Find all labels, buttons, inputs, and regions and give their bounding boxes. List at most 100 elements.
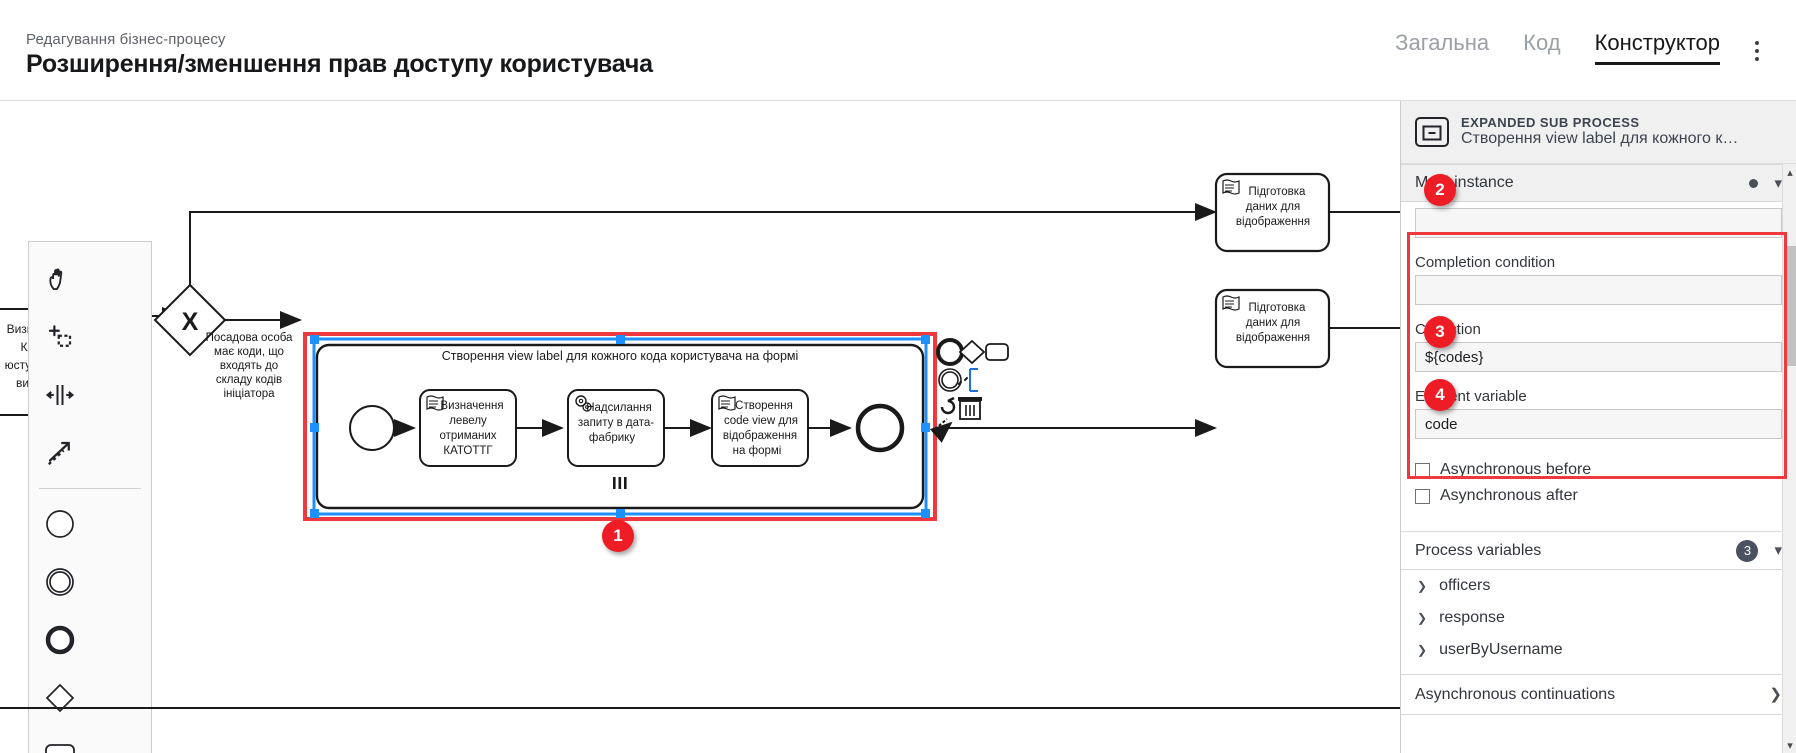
svg-text:Створення: Створення (735, 400, 793, 412)
scrollbar-thumb[interactable] (1784, 246, 1796, 366)
svg-text:X: X (182, 308, 199, 336)
collection-value: ${codes} (1425, 348, 1484, 366)
asynchronous-continuations-link[interactable]: Asynchronous continuations ❯ (1401, 674, 1796, 714)
element-variable-input[interactable]: code (1415, 409, 1782, 439)
process-variables-group-header[interactable]: Process variables 3 ▾ (1401, 532, 1796, 570)
chevron-down-icon[interactable]: ▾ (1774, 543, 1782, 558)
svg-text:Створення view label для кожно: Створення view label для кожного кода ко… (442, 349, 799, 363)
svg-text:має коди, що: має коди, що (214, 346, 284, 358)
process-variable-label: response (1439, 609, 1505, 626)
async-before-checkbox-row[interactable]: Asynchronous before (1401, 457, 1796, 483)
svg-text:даних для: даних для (1246, 317, 1300, 329)
element-kind-label: EXPANDED SUB PROCESS (1461, 114, 1640, 130)
annotation-badge-4: 4 (1424, 379, 1456, 411)
chevron-right-icon[interactable]: ❯ (1417, 579, 1427, 593)
page-title: Розширення/зменшення прав доступу корист… (26, 50, 653, 78)
collection-input[interactable]: ${codes} (1415, 342, 1782, 372)
checkbox-icon[interactable] (1415, 462, 1430, 478)
svg-text:КАТОТТГ: КАТОТТГ (443, 445, 493, 457)
tab-konstruktor[interactable]: Конструктор (1594, 30, 1720, 65)
parallel-multi-instance-marker (613, 477, 627, 489)
element-name-label: Створення view label для кожного к… (1461, 130, 1739, 148)
svg-text:Визначення: Визначення (440, 400, 503, 412)
task-nadsylannia-zapytu: Надсилання запиту в дата- фабрику (567, 389, 665, 467)
chevron-up-icon[interactable]: ▴ (1783, 164, 1796, 180)
header-eyebrow: Редагування бізнес-процесу (26, 31, 226, 48)
annotation-badge-2: 2 (1424, 174, 1456, 206)
svg-text:входять до: входять до (220, 360, 278, 372)
end-event-thick-circle-icon[interactable] (29, 611, 91, 669)
process-variable-response[interactable]: ❯ response (1401, 602, 1796, 634)
gateway-diamond-icon[interactable] (29, 669, 91, 727)
context-pad (929, 338, 1009, 443)
panel-tail-section (1401, 714, 1796, 738)
svg-text:ініціатора: ініціатора (223, 388, 275, 400)
multi-instance-top-input[interactable] (1415, 208, 1782, 238)
lasso-select-icon[interactable] (29, 308, 91, 366)
properties-panel-header: EXPANDED SUB PROCESS Створення view labe… (1401, 101, 1796, 164)
task-pidhotovka-danykh-2: Підготовка даних для відображення (1214, 288, 1331, 369)
annotation-badge-3: 3 (1424, 316, 1456, 348)
svg-text:левелу: левелу (449, 415, 487, 427)
header-tabs: Загальна Код Конструктор (1395, 30, 1720, 65)
panel-scrollbar[interactable]: ▴ ▾ (1782, 164, 1796, 753)
start-event-circle-icon[interactable] (29, 495, 91, 553)
exclusive-gateway: X (153, 283, 227, 357)
svg-text:code view для: code view для (724, 415, 798, 427)
svg-text:фабрику: фабрику (589, 432, 635, 444)
svg-text:Надсилання: Надсилання (586, 402, 652, 414)
delete-trash-icon (958, 397, 982, 420)
svg-text:Підготовка: Підготовка (1249, 302, 1307, 314)
tab-kod[interactable]: Код (1523, 30, 1560, 65)
bpmn-palette[interactable] (28, 241, 152, 753)
asynchronous-continuations-label: Asynchronous continuations (1415, 685, 1616, 703)
element-variable-label: Element variable (1415, 388, 1527, 405)
async-after-label: Asynchronous after (1440, 487, 1578, 504)
multi-instance-group-header[interactable]: Multi-instance ▾ (1401, 164, 1796, 202)
annotation-badge-1: 1 (602, 520, 634, 552)
async-before-label: Asynchronous before (1440, 461, 1592, 478)
task-vyznachennia-levelu: Визначення левелу отриманих КАТОТТГ (419, 389, 517, 467)
completion-condition-label: Completion condition (1415, 254, 1556, 271)
svg-text:відображення: відображення (1236, 216, 1310, 228)
properties-panel[interactable]: EXPANDED SUB PROCESS Створення view labe… (1400, 101, 1796, 753)
completion-condition-input[interactable] (1415, 275, 1782, 305)
bpmn-diagram: Визн КА юсту вид X Посадова особа має ко… (0, 172, 1400, 521)
svg-text:відображення: відображення (723, 430, 797, 442)
bpmn-canvas[interactable]: Визн КА юсту вид X Посадова особа має ко… (0, 101, 1400, 753)
task-stvorennia-code-view: Створення code view для відображення на … (711, 389, 809, 467)
more-vertical-icon[interactable] (1744, 36, 1770, 66)
expanded-subprocess-icon (1415, 117, 1449, 147)
chevron-down-icon[interactable]: ▾ (1774, 176, 1782, 191)
chevron-down-icon[interactable]: ▾ (1783, 737, 1796, 753)
task-rounded-rect-icon[interactable] (29, 727, 91, 753)
chevron-right-icon[interactable]: ❯ (1769, 687, 1782, 702)
filled-dot-icon (1749, 178, 1759, 188)
process-variable-officers[interactable]: ❯ officers (1401, 570, 1796, 602)
process-variable-label: officers (1439, 577, 1491, 594)
svg-text:складу кодів: складу кодів (216, 374, 282, 386)
palette-divider (39, 488, 141, 489)
chevron-right-icon[interactable]: ❯ (1417, 643, 1427, 657)
process-variable-userbyusername[interactable]: ❯ userByUsername (1401, 634, 1796, 666)
chevron-right-icon[interactable]: ❯ (1417, 611, 1427, 625)
expanded-subprocess: Створення view label для кожного кода ко… (303, 332, 937, 521)
hand-icon[interactable] (29, 250, 91, 308)
process-variables-title: Process variables (1415, 541, 1542, 559)
wrench-icon (940, 396, 956, 415)
process-variables-count-badge: 3 (1736, 539, 1759, 562)
canvas-horizontal-rule (0, 707, 1400, 709)
connect-arrows-icon[interactable] (29, 424, 91, 482)
svg-text:отриманих: отриманих (439, 430, 496, 442)
element-variable-value: code (1425, 415, 1458, 433)
app-header: Редагування бізнес-процесу Розширення/зм… (0, 0, 1796, 101)
async-after-checkbox-row[interactable]: Asynchronous after (1401, 483, 1796, 509)
process-variable-label: userByUsername (1439, 641, 1563, 658)
checkbox-icon[interactable] (1415, 488, 1430, 504)
svg-text:запиту в дата-: запиту в дата- (578, 417, 654, 429)
svg-text:Посадова особа: Посадова особа (206, 332, 293, 344)
svg-text:даних для: даних для (1246, 201, 1300, 213)
intermediate-event-double-circle-icon[interactable] (29, 553, 91, 611)
tab-zagalna[interactable]: Загальна (1395, 30, 1489, 65)
space-arrows-icon[interactable] (29, 366, 91, 424)
